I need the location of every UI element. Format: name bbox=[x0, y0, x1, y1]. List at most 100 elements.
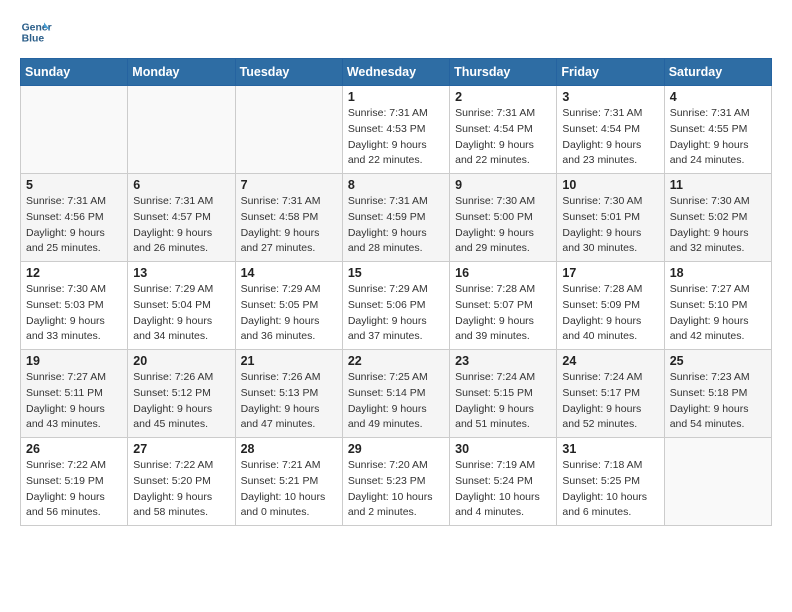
day-info: Sunrise: 7:31 AMSunset: 4:54 PMDaylight:… bbox=[455, 106, 551, 169]
day-info: Sunrise: 7:30 AMSunset: 5:03 PMDaylight:… bbox=[26, 282, 122, 345]
page: General Blue SundayMondayTuesdayWednesda… bbox=[0, 0, 792, 612]
weekday-thursday: Thursday bbox=[450, 59, 557, 86]
day-number: 3 bbox=[562, 90, 658, 104]
day-number: 12 bbox=[26, 266, 122, 280]
weekday-tuesday: Tuesday bbox=[235, 59, 342, 86]
day-number: 18 bbox=[670, 266, 766, 280]
week-row-2: 5Sunrise: 7:31 AMSunset: 4:56 PMDaylight… bbox=[21, 174, 772, 262]
day-info: Sunrise: 7:25 AMSunset: 5:14 PMDaylight:… bbox=[348, 370, 444, 433]
day-info: Sunrise: 7:29 AMSunset: 5:05 PMDaylight:… bbox=[241, 282, 337, 345]
day-info: Sunrise: 7:31 AMSunset: 4:56 PMDaylight:… bbox=[26, 194, 122, 257]
day-number: 19 bbox=[26, 354, 122, 368]
day-number: 11 bbox=[670, 178, 766, 192]
day-number: 30 bbox=[455, 442, 551, 456]
day-info: Sunrise: 7:30 AMSunset: 5:01 PMDaylight:… bbox=[562, 194, 658, 257]
day-number: 10 bbox=[562, 178, 658, 192]
day-info: Sunrise: 7:30 AMSunset: 5:00 PMDaylight:… bbox=[455, 194, 551, 257]
day-cell: 20Sunrise: 7:26 AMSunset: 5:12 PMDayligh… bbox=[128, 350, 235, 438]
day-info: Sunrise: 7:23 AMSunset: 5:18 PMDaylight:… bbox=[670, 370, 766, 433]
day-number: 13 bbox=[133, 266, 229, 280]
day-cell: 24 Sunrise: 7:24 AMSunset: 5:17 PMDayligh… bbox=[557, 350, 664, 438]
day-cell: 7Sunrise: 7:31 AMSunset: 4:58 PMDaylight… bbox=[235, 174, 342, 262]
day-number: 31 bbox=[562, 442, 658, 456]
day-cell: 26 Sunrise: 7:22 AMSunset: 5:19 PMDayligh… bbox=[21, 438, 128, 526]
day-info: Sunrise: 7:26 AMSunset: 5:13 PMDaylight:… bbox=[241, 370, 337, 433]
day-cell: 14 Sunrise: 7:29 AMSunset: 5:05 PMDayligh… bbox=[235, 262, 342, 350]
weekday-sunday: Sunday bbox=[21, 59, 128, 86]
day-cell: 11 Sunrise: 7:30 AMSunset: 5:02 PMDayligh… bbox=[664, 174, 771, 262]
day-number: 1 bbox=[348, 90, 444, 104]
day-cell: 30 Sunrise: 7:19 AMSunset: 5:24 PMDayligh… bbox=[450, 438, 557, 526]
day-cell bbox=[235, 86, 342, 174]
day-info: Sunrise: 7:31 AMSunset: 4:57 PMDaylight:… bbox=[133, 194, 229, 257]
day-info: Sunrise: 7:30 AMSunset: 5:02 PMDaylight:… bbox=[670, 194, 766, 257]
day-number: 7 bbox=[241, 178, 337, 192]
day-info: Sunrise: 7:31 AMSunset: 4:53 PMDaylight:… bbox=[348, 106, 444, 169]
day-cell: 28 Sunrise: 7:21 AMSunset: 5:21 PMDayligh… bbox=[235, 438, 342, 526]
day-number: 8 bbox=[348, 178, 444, 192]
day-cell: 22 Sunrise: 7:25 AMSunset: 5:14 PMDayligh… bbox=[342, 350, 449, 438]
day-number: 6 bbox=[133, 178, 229, 192]
day-cell: 1 Sunrise: 7:31 AMSunset: 4:53 PMDaylight… bbox=[342, 86, 449, 174]
weekday-wednesday: Wednesday bbox=[342, 59, 449, 86]
day-info: Sunrise: 7:29 AMSunset: 5:06 PMDaylight:… bbox=[348, 282, 444, 345]
day-cell: 5Sunrise: 7:31 AMSunset: 4:56 PMDaylight… bbox=[21, 174, 128, 262]
weekday-monday: Monday bbox=[128, 59, 235, 86]
day-number: 21 bbox=[241, 354, 337, 368]
day-number: 25 bbox=[670, 354, 766, 368]
day-cell: 2 Sunrise: 7:31 AMSunset: 4:54 PMDaylight… bbox=[450, 86, 557, 174]
day-info: Sunrise: 7:29 AMSunset: 5:04 PMDaylight:… bbox=[133, 282, 229, 345]
day-cell: 15Sunrise: 7:29 AMSunset: 5:06 PMDayligh… bbox=[342, 262, 449, 350]
day-cell: 27 Sunrise: 7:22 AMSunset: 5:20 PMDayligh… bbox=[128, 438, 235, 526]
day-cell: 9 Sunrise: 7:30 AMSunset: 5:00 PMDaylight… bbox=[450, 174, 557, 262]
day-info: Sunrise: 7:24 AMSunset: 5:15 PMDaylight:… bbox=[455, 370, 551, 433]
day-cell: 16Sunrise: 7:28 AMSunset: 5:07 PMDayligh… bbox=[450, 262, 557, 350]
day-number: 9 bbox=[455, 178, 551, 192]
day-cell: 31 Sunrise: 7:18 AMSunset: 5:25 PMDayligh… bbox=[557, 438, 664, 526]
day-info: Sunrise: 7:31 AMSunset: 4:54 PMDaylight:… bbox=[562, 106, 658, 169]
day-number: 27 bbox=[133, 442, 229, 456]
day-number: 17 bbox=[562, 266, 658, 280]
day-number: 24 bbox=[562, 354, 658, 368]
day-cell: 3 Sunrise: 7:31 AMSunset: 4:54 PMDaylight… bbox=[557, 86, 664, 174]
day-cell: 21 Sunrise: 7:26 AMSunset: 5:13 PMDayligh… bbox=[235, 350, 342, 438]
day-number: 23 bbox=[455, 354, 551, 368]
week-row-3: 12 Sunrise: 7:30 AMSunset: 5:03 PMDayligh… bbox=[21, 262, 772, 350]
week-row-1: 1 Sunrise: 7:31 AMSunset: 4:53 PMDaylight… bbox=[21, 86, 772, 174]
day-cell bbox=[664, 438, 771, 526]
day-info: Sunrise: 7:31 AMSunset: 4:55 PMDaylight:… bbox=[670, 106, 766, 169]
day-cell: 4 Sunrise: 7:31 AMSunset: 4:55 PMDaylight… bbox=[664, 86, 771, 174]
day-number: 26 bbox=[26, 442, 122, 456]
weekday-friday: Friday bbox=[557, 59, 664, 86]
day-number: 2 bbox=[455, 90, 551, 104]
day-cell: 13 Sunrise: 7:29 AMSunset: 5:04 PMDayligh… bbox=[128, 262, 235, 350]
header: General Blue bbox=[20, 16, 772, 48]
day-number: 22 bbox=[348, 354, 444, 368]
day-cell bbox=[21, 86, 128, 174]
day-info: Sunrise: 7:31 AMSunset: 4:59 PMDaylight:… bbox=[348, 194, 444, 257]
weekday-saturday: Saturday bbox=[664, 59, 771, 86]
day-cell: 25 Sunrise: 7:23 AMSunset: 5:18 PMDayligh… bbox=[664, 350, 771, 438]
day-cell: 8 Sunrise: 7:31 AMSunset: 4:59 PMDaylight… bbox=[342, 174, 449, 262]
day-cell: 17 Sunrise: 7:28 AMSunset: 5:09 PMDayligh… bbox=[557, 262, 664, 350]
day-info: Sunrise: 7:20 AMSunset: 5:23 PMDaylight:… bbox=[348, 458, 444, 521]
day-cell: 19Sunrise: 7:27 AMSunset: 5:11 PMDayligh… bbox=[21, 350, 128, 438]
day-info: Sunrise: 7:21 AMSunset: 5:21 PMDaylight:… bbox=[241, 458, 337, 521]
day-info: Sunrise: 7:19 AMSunset: 5:24 PMDaylight:… bbox=[455, 458, 551, 521]
day-number: 14 bbox=[241, 266, 337, 280]
day-info: Sunrise: 7:28 AMSunset: 5:09 PMDaylight:… bbox=[562, 282, 658, 345]
day-number: 4 bbox=[670, 90, 766, 104]
day-info: Sunrise: 7:22 AMSunset: 5:20 PMDaylight:… bbox=[133, 458, 229, 521]
day-info: Sunrise: 7:22 AMSunset: 5:19 PMDaylight:… bbox=[26, 458, 122, 521]
day-number: 28 bbox=[241, 442, 337, 456]
day-info: Sunrise: 7:24 AMSunset: 5:17 PMDaylight:… bbox=[562, 370, 658, 433]
calendar: SundayMondayTuesdayWednesdayThursdayFrid… bbox=[20, 58, 772, 526]
day-info: Sunrise: 7:18 AMSunset: 5:25 PMDaylight:… bbox=[562, 458, 658, 521]
logo-icon: General Blue bbox=[20, 16, 52, 48]
day-info: Sunrise: 7:26 AMSunset: 5:12 PMDaylight:… bbox=[133, 370, 229, 433]
svg-text:Blue: Blue bbox=[22, 34, 45, 45]
day-info: Sunrise: 7:27 AMSunset: 5:10 PMDaylight:… bbox=[670, 282, 766, 345]
week-row-5: 26 Sunrise: 7:22 AMSunset: 5:19 PMDayligh… bbox=[21, 438, 772, 526]
day-info: Sunrise: 7:28 AMSunset: 5:07 PMDaylight:… bbox=[455, 282, 551, 345]
weekday-header-row: SundayMondayTuesdayWednesdayThursdayFrid… bbox=[21, 59, 772, 86]
